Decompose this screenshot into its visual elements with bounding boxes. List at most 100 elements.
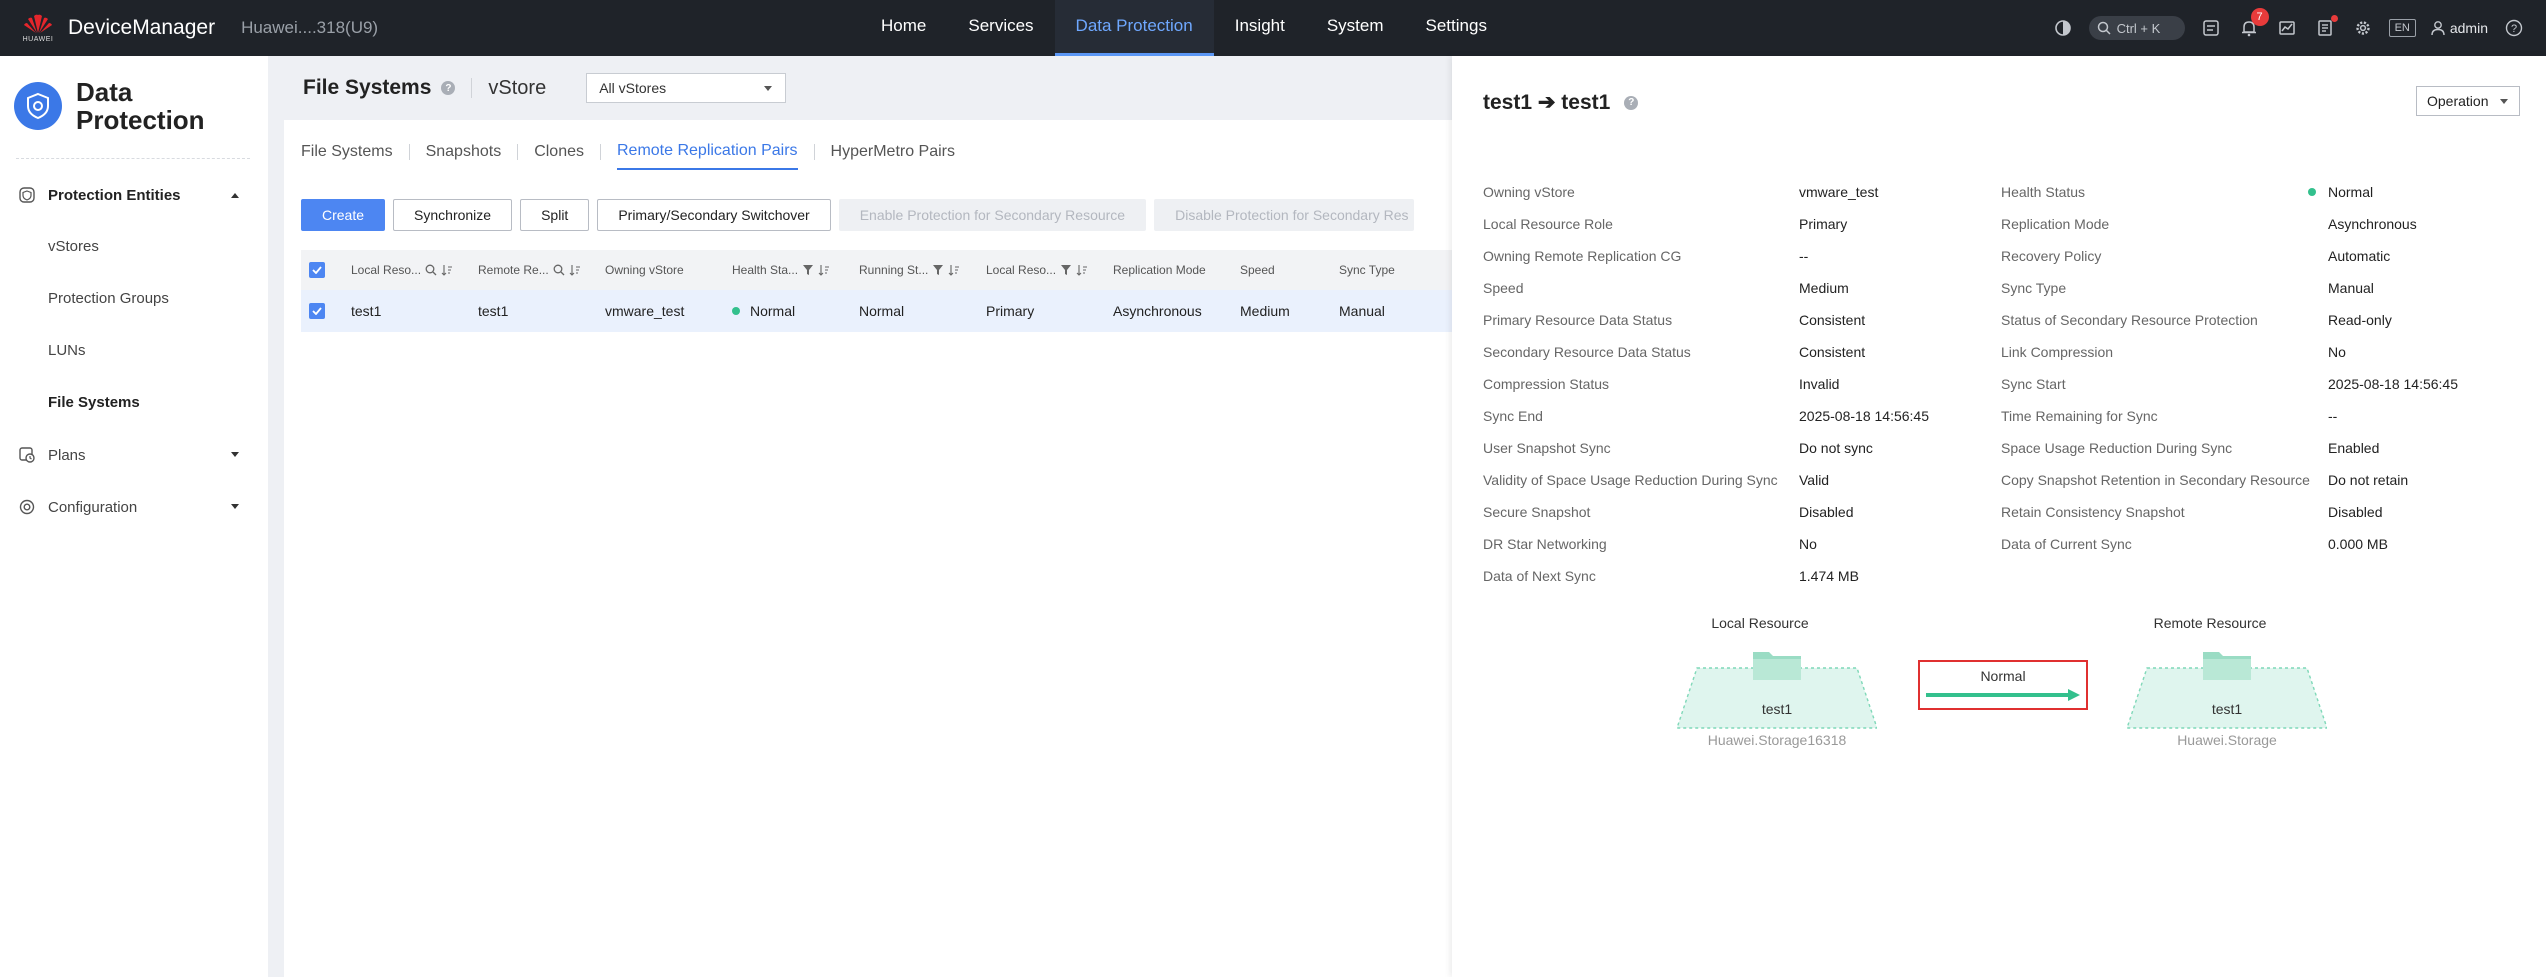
switchover-button[interactable]: Primary/Secondary Switchover — [597, 199, 831, 231]
sidebar-item-luns[interactable]: LUNs — [0, 325, 268, 377]
arrow-right-icon — [1926, 689, 2080, 701]
col-health-status[interactable]: Health Sta... — [722, 263, 849, 277]
create-button[interactable]: Create — [301, 199, 386, 231]
huawei-logo[interactable]: HUAWEI — [6, 13, 70, 43]
sidebar-group-label: Plans — [48, 446, 86, 464]
cell-owning-vstore: vmware_test — [605, 303, 685, 319]
prop-key: Secondary Resource Data Status — [1483, 344, 1691, 360]
table-header: Local Reso... Remote Re... Owning vStore… — [301, 250, 1461, 290]
sidebar-group-plans[interactable]: Plans — [0, 429, 268, 481]
language-switch[interactable]: EN — [2388, 19, 2416, 37]
sidebar-group-protection-entities[interactable]: Protection Entities — [0, 169, 268, 221]
nav-settings[interactable]: Settings — [1405, 0, 1508, 56]
sidebar-group-label: Configuration — [48, 498, 138, 516]
cell-local-resource[interactable]: test1 — [341, 303, 468, 319]
help-icon[interactable]: ? — [1624, 95, 1639, 110]
help-icon[interactable]: ? — [2502, 16, 2526, 40]
prop-key: Compression Status — [1483, 376, 1610, 392]
replication-link-box[interactable]: Normal — [1918, 660, 2088, 710]
main-nav: Home Services Data Protection Insight Sy… — [860, 0, 1508, 56]
filter-icon[interactable] — [1060, 264, 1072, 276]
search-icon[interactable] — [553, 264, 565, 276]
sidebar-item-file-systems[interactable]: File Systems — [0, 377, 268, 429]
theme-toggle-icon[interactable] — [2051, 16, 2075, 40]
task-list-icon[interactable] — [2199, 16, 2223, 40]
sidebar-group-configuration[interactable]: Configuration — [0, 481, 268, 533]
sort-icon[interactable] — [441, 264, 453, 276]
local-storage-name: Huawei.Storage16318 — [1707, 732, 1847, 748]
search-icon[interactable] — [425, 264, 437, 276]
logo-text: HUAWEI — [22, 36, 54, 43]
sidebar-item-protection-groups[interactable]: Protection Groups — [0, 273, 268, 325]
remote-fs-name: test1 — [2211, 701, 2243, 717]
nav-system[interactable]: System — [1306, 0, 1405, 56]
tab-separator — [408, 144, 410, 160]
filter-icon[interactable] — [802, 264, 814, 276]
sidebar-title-line2: Protection — [76, 105, 205, 135]
prop-key: User Snapshot Sync — [1483, 440, 1611, 456]
col-running-status[interactable]: Running St... — [849, 263, 976, 277]
sidebar-header: Data Protection — [0, 56, 268, 134]
nav-insight[interactable]: Insight — [1214, 0, 1306, 56]
enable-protection-button[interactable]: Enable Protection for Secondary Resource — [838, 199, 1147, 231]
table-row[interactable]: test1 test1 vmware_test Normal Normal Pr… — [301, 290, 1461, 332]
cell-remote-resource[interactable]: test1 — [468, 303, 595, 319]
select-all-checkbox[interactable] — [309, 262, 325, 278]
prop-key: Status of Secondary Resource Protection — [2001, 312, 2258, 328]
nav-data-protection[interactable]: Data Protection — [1054, 0, 1214, 56]
content-card: File Systems Snapshots Clones Remote Rep… — [284, 120, 1461, 977]
prop-value: Valid — [1799, 472, 1830, 488]
col-label: Speed — [1240, 263, 1275, 277]
tab-remote-replication-pairs[interactable]: Remote Replication Pairs — [617, 142, 798, 170]
prop-value: Primary — [1799, 216, 1848, 232]
synchronize-button[interactable]: Synchronize — [393, 199, 513, 231]
prop-key: Local Resource Role — [1483, 216, 1613, 232]
prop-value: 0.000 MB — [2328, 536, 2388, 552]
nav-home[interactable]: Home — [860, 0, 947, 56]
tab-clones[interactable]: Clones — [534, 143, 584, 169]
operation-dropdown[interactable]: Operation — [2416, 86, 2520, 116]
monitor-chart-icon[interactable] — [2275, 16, 2299, 40]
split-button[interactable]: Split — [520, 199, 590, 231]
main-content: File Systems ? vStore All vStores File S… — [268, 56, 1461, 977]
col-local-resource[interactable]: Local Reso... — [341, 263, 468, 277]
top-tools: Ctrl + K 7 EN admin ? — [2051, 0, 2526, 56]
local-resource-label: Local Resource — [1711, 615, 1809, 631]
filter-icon[interactable] — [932, 264, 944, 276]
vstore-select[interactable]: All vStores — [586, 73, 787, 103]
caret-up-icon — [231, 193, 239, 198]
prop-value: 2025-08-18 14:56:45 — [1799, 408, 1929, 424]
tab-separator — [600, 144, 601, 160]
sort-icon[interactable] — [569, 264, 581, 276]
sort-icon[interactable] — [948, 264, 960, 276]
health-status-text: Normal — [750, 303, 796, 319]
row-select-cell — [301, 303, 341, 319]
prop-value: Normal — [2328, 184, 2374, 200]
gear-icon — [16, 496, 38, 518]
gear-icon[interactable] — [2351, 16, 2375, 40]
col-local-resource-role[interactable]: Local Reso... — [976, 263, 1103, 277]
sort-icon[interactable] — [1076, 264, 1088, 276]
sidebar-divider — [16, 158, 250, 159]
bell-icon[interactable]: 7 — [2237, 8, 2269, 40]
nav-services[interactable]: Services — [947, 0, 1054, 56]
prop-key: Data of Current Sync — [2001, 536, 2132, 552]
row-checkbox[interactable] — [309, 303, 325, 319]
svg-text:?: ? — [2511, 23, 2517, 35]
help-icon[interactable]: ? — [441, 81, 456, 95]
tab-hypermetro-pairs[interactable]: HyperMetro Pairs — [831, 143, 955, 169]
notes-icon[interactable] — [2313, 15, 2338, 40]
device-name[interactable]: Huawei....318(U9) — [241, 18, 378, 38]
user-menu[interactable]: admin — [2430, 20, 2488, 36]
global-search[interactable]: Ctrl + K — [2088, 16, 2185, 40]
operation-label: Operation — [2427, 93, 2489, 109]
sort-icon[interactable] — [818, 264, 830, 276]
chevron-down-icon — [764, 85, 773, 91]
tab-file-systems[interactable]: File Systems — [301, 143, 393, 169]
disable-protection-button[interactable]: Disable Protection for Secondary Res — [1154, 199, 1415, 231]
tab-snapshots[interactable]: Snapshots — [426, 143, 502, 169]
status-ok-dot — [732, 307, 740, 315]
sidebar-item-vstores[interactable]: vStores — [0, 221, 268, 273]
notes-dot-badge — [2330, 15, 2338, 22]
col-remote-resource[interactable]: Remote Re... — [468, 263, 595, 277]
